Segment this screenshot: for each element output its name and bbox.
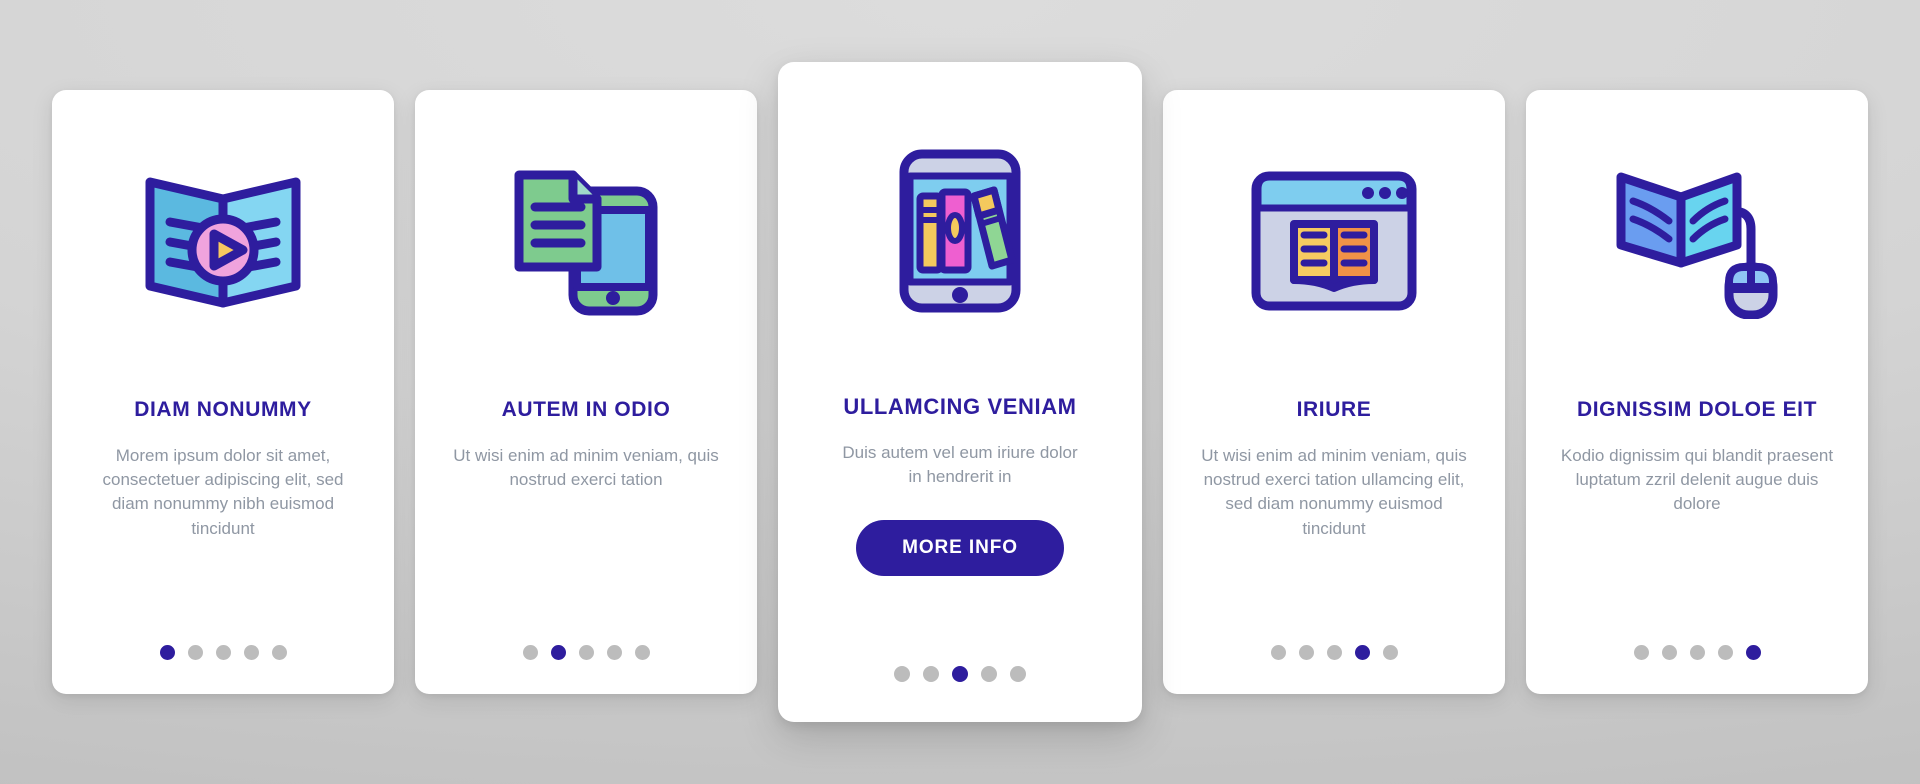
- card-body: Duis autem vel eum iriure dolor in hendr…: [842, 443, 1078, 487]
- pagination-dots[interactable]: [894, 646, 1026, 682]
- pagination-dot[interactable]: [1326, 645, 1342, 660]
- pagination-dot[interactable]: [1010, 666, 1026, 682]
- pagination-dot[interactable]: [634, 645, 650, 660]
- pagination-dot[interactable]: [1354, 645, 1370, 660]
- card-title: DIAM NONUMMY: [134, 398, 312, 421]
- onboarding-card-featured[interactable]: ULLAMCING VENIAM Duis autem vel eum iriu…: [778, 62, 1142, 722]
- card-body: Kodio dignissim qui blandit praesent lup…: [1560, 446, 1834, 514]
- pagination-dot[interactable]: [578, 645, 594, 660]
- document-and-smartphone-icon: [514, 170, 658, 316]
- pagination-dot[interactable]: [981, 666, 997, 682]
- pagination-dots[interactable]: [1633, 625, 1761, 660]
- pagination-dot[interactable]: [1745, 645, 1761, 660]
- onboarding-card[interactable]: DIAM NONUMMY Morem ipsum dolor sit amet,…: [52, 90, 394, 694]
- pagination-dot[interactable]: [243, 645, 259, 660]
- onboarding-card[interactable]: IRIURE Ut wisi enim ad minim veniam, qui…: [1163, 90, 1505, 694]
- pagination-dot[interactable]: [952, 666, 968, 682]
- card-illustration: [441, 136, 731, 346]
- open-book-computer-mouse-icon: [1616, 172, 1778, 319]
- pagination-dot[interactable]: [1717, 645, 1733, 660]
- open-book-audio-play-icon: [145, 177, 301, 308]
- card-illustration: [78, 136, 368, 346]
- card-title: IRIURE: [1296, 398, 1372, 421]
- pagination-dot[interactable]: [1382, 645, 1398, 660]
- onboarding-card[interactable]: AUTEM IN ODIO Ut wisi enim ad minim veni…: [415, 90, 757, 694]
- pagination-dot[interactable]: [606, 645, 622, 660]
- card-body: Morem ipsum dolor sit amet, consectetuer…: [102, 446, 344, 538]
- pagination-dot[interactable]: [215, 645, 231, 660]
- pagination-dot[interactable]: [271, 645, 287, 660]
- pagination-dot[interactable]: [1633, 645, 1649, 660]
- card-illustration: [1552, 136, 1842, 346]
- pagination-dots[interactable]: [522, 625, 650, 660]
- card-title: ULLAMCING VENIAM: [843, 394, 1077, 419]
- onboarding-card-row: DIAM NONUMMY Morem ipsum dolor sit amet,…: [0, 0, 1920, 784]
- pagination-dot[interactable]: [1689, 645, 1705, 660]
- pagination-dots[interactable]: [1270, 625, 1398, 660]
- pagination-dot[interactable]: [187, 645, 203, 660]
- pagination-dot[interactable]: [1270, 645, 1286, 660]
- pagination-dot[interactable]: [159, 645, 175, 660]
- more-info-button[interactable]: MORE INFO: [856, 519, 1064, 576]
- pagination-dots[interactable]: [159, 625, 287, 660]
- pagination-dot[interactable]: [923, 666, 939, 682]
- card-body: Ut wisi enim ad minim veniam, quis nostr…: [453, 446, 719, 490]
- pagination-dot[interactable]: [550, 645, 566, 660]
- card-title: AUTEM IN ODIO: [501, 398, 671, 421]
- smartphone-bookshelf-icon: [899, 149, 1021, 313]
- pagination-dot[interactable]: [1298, 645, 1314, 660]
- card-title: DIGNISSIM DOLOE EIT: [1576, 398, 1818, 421]
- card-illustration: [1189, 136, 1479, 346]
- pagination-dot[interactable]: [894, 666, 910, 682]
- onboarding-card[interactable]: DIGNISSIM DOLOE EIT Kodio dignissim qui …: [1526, 90, 1868, 694]
- pagination-dot[interactable]: [522, 645, 538, 660]
- card-body: Ut wisi enim ad minim veniam, quis nostr…: [1201, 446, 1467, 538]
- browser-window-open-book-icon: [1251, 171, 1417, 311]
- card-illustration: [808, 116, 1112, 346]
- pagination-dot[interactable]: [1661, 645, 1677, 660]
